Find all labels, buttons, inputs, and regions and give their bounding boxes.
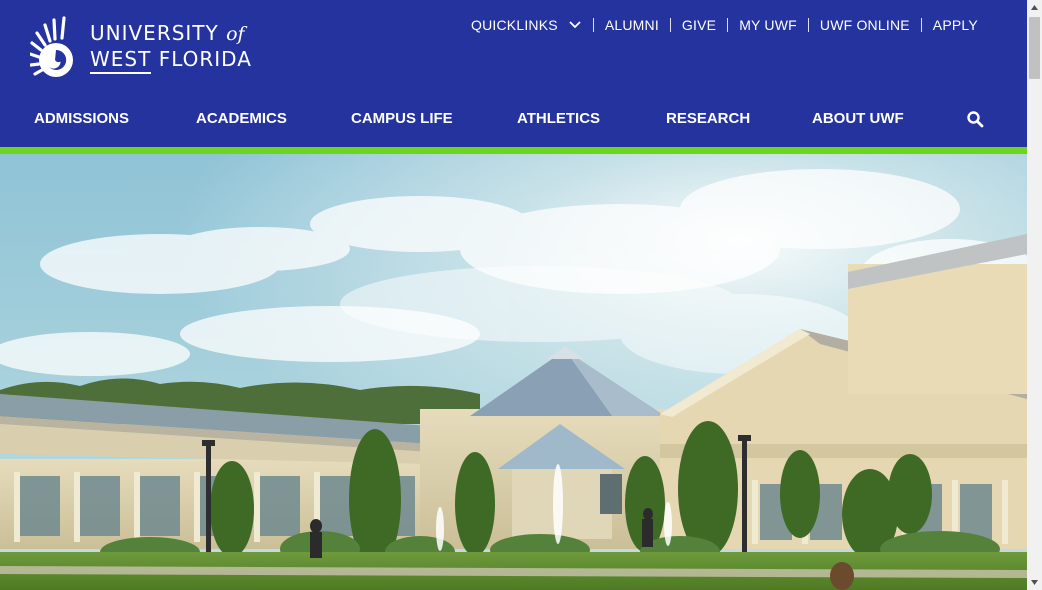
- campus-scene: [0, 154, 1027, 590]
- utility-item-my-uwf[interactable]: MY UWF: [728, 17, 808, 33]
- hero-campus-image: [0, 154, 1027, 590]
- utility-item-alumni[interactable]: ALUMNI: [594, 17, 670, 33]
- utility-item-give[interactable]: GIVE: [671, 17, 727, 33]
- utility-divider: [669, 18, 671, 32]
- main-nav-research[interactable]: RESEARCH: [666, 110, 750, 127]
- utility-divider: [807, 18, 809, 32]
- utility-divider: [727, 18, 729, 32]
- scroll-up-button[interactable]: [1027, 0, 1042, 15]
- utility-item-apply[interactable]: APPLY: [922, 17, 989, 33]
- scroll-thumb[interactable]: [1029, 17, 1040, 79]
- page: UNIVERSITY of WEST FLORIDA QUICKLINKS AL…: [0, 0, 1027, 590]
- logo-university-text: UNIVERSITY: [90, 21, 219, 45]
- logo-florida-text: FLORIDA: [158, 47, 252, 71]
- uwf-logo-link[interactable]: UNIVERSITY of WEST FLORIDA: [30, 16, 251, 78]
- logo-wordmark-line1: UNIVERSITY of: [90, 21, 245, 45]
- scroll-up-arrow-icon: [1031, 5, 1038, 10]
- utility-item-uwf-online[interactable]: UWF ONLINE: [809, 17, 921, 33]
- quicklinks-label: QUICKLINKS: [471, 17, 558, 33]
- logo-of-text: of: [226, 23, 245, 45]
- utility-divider: [592, 18, 594, 32]
- logo-west-text: WEST: [90, 47, 152, 74]
- scroll-down-button[interactable]: [1027, 575, 1042, 590]
- main-nav: ADMISSIONS ACADEMICS CAMPUS LIFE ATHLETI…: [0, 100, 1027, 136]
- accent-bar: [0, 147, 1027, 154]
- chevron-down-icon: [569, 21, 581, 29]
- main-nav-admissions[interactable]: ADMISSIONS: [34, 110, 129, 127]
- search-icon: [967, 111, 984, 128]
- main-nav-about-uwf[interactable]: ABOUT UWF: [812, 110, 904, 127]
- logo-wordmark-line2: WEST FLORIDA: [90, 47, 252, 74]
- page-scrollbar[interactable]: [1027, 0, 1042, 590]
- utility-divider: [920, 18, 922, 32]
- nautilus-shell-icon: [30, 16, 73, 77]
- utility-item-quicklinks[interactable]: QUICKLINKS: [460, 17, 593, 33]
- main-nav-athletics[interactable]: ATHLETICS: [517, 110, 600, 127]
- scroll-down-arrow-icon: [1031, 580, 1038, 585]
- main-nav-campus-life[interactable]: CAMPUS LIFE: [351, 110, 453, 127]
- site-header: UNIVERSITY of WEST FLORIDA QUICKLINKS AL…: [0, 0, 1027, 147]
- utility-nav: QUICKLINKS ALUMNI GIVE MY UWF UWF ONLINE…: [460, 16, 989, 34]
- main-nav-academics[interactable]: ACADEMICS: [196, 110, 287, 127]
- search-button[interactable]: [966, 110, 984, 128]
